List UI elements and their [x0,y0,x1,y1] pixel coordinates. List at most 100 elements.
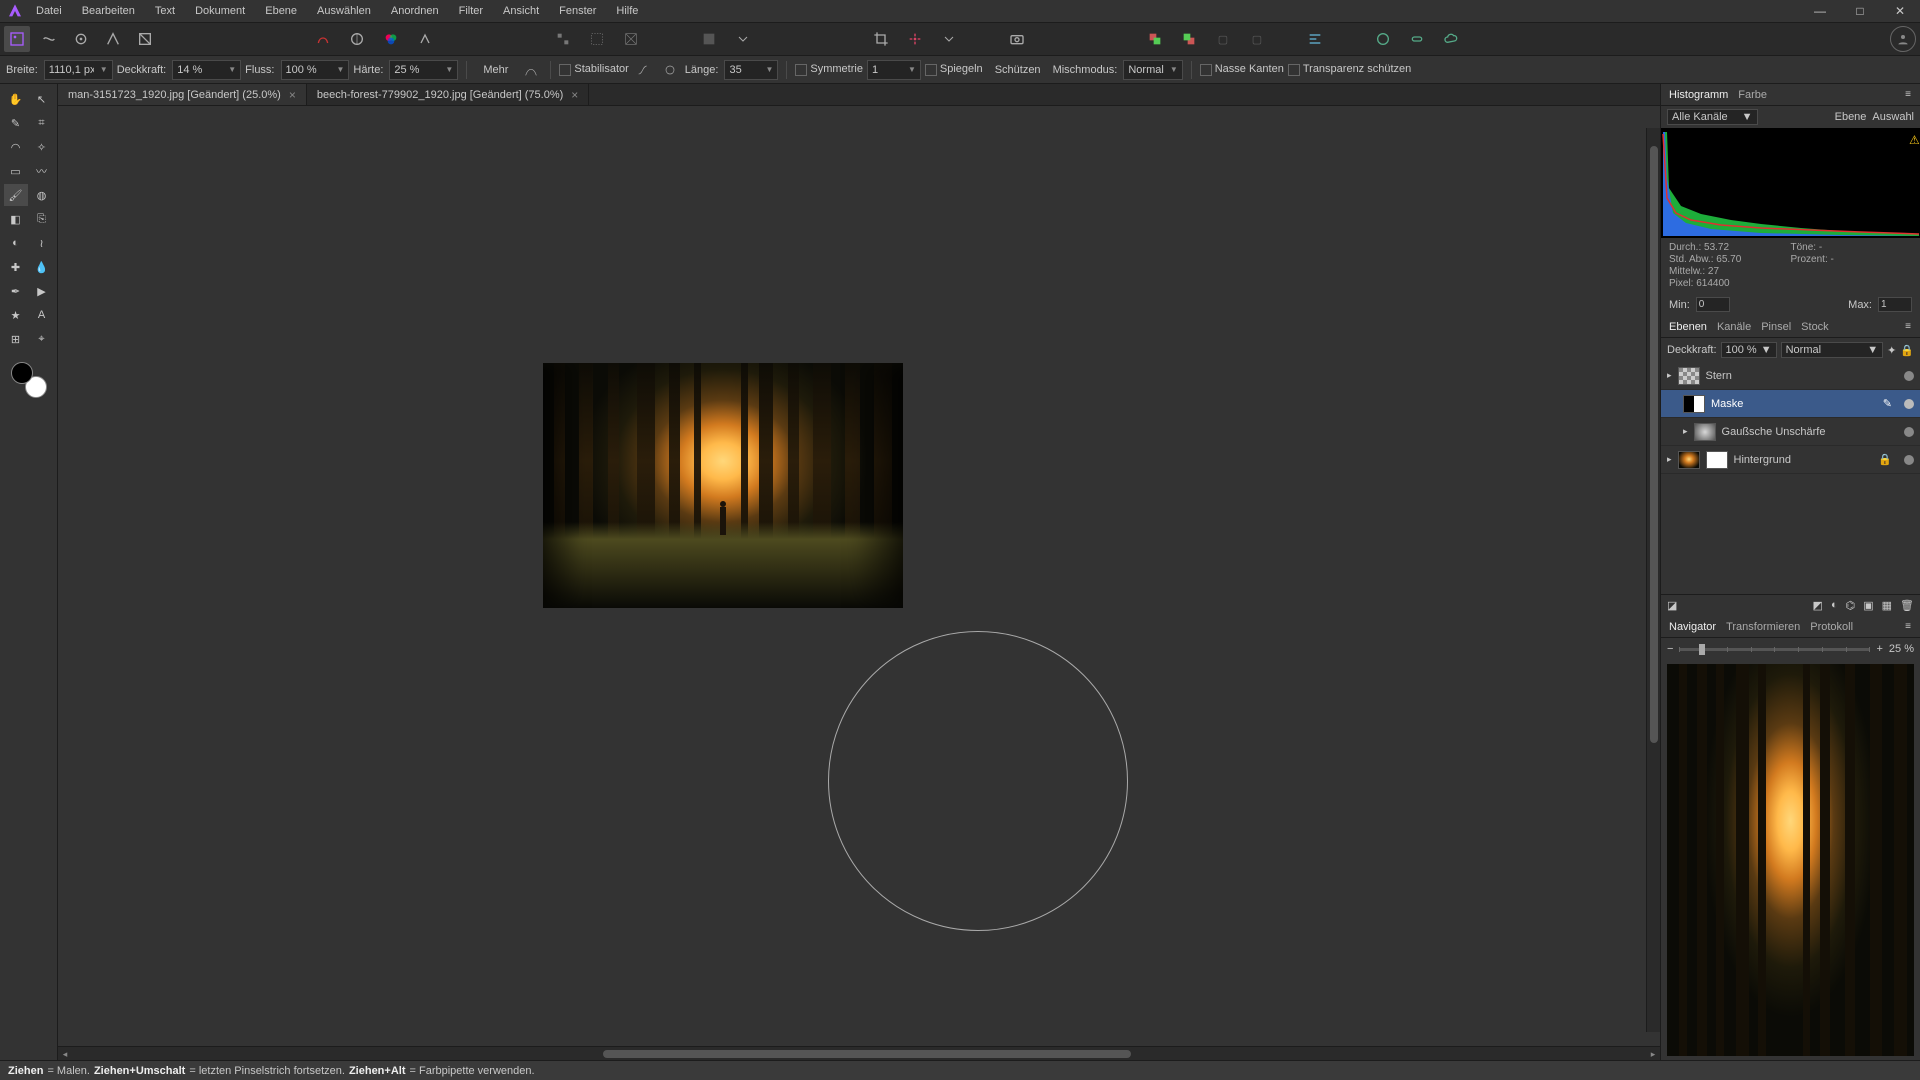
persona-liquify-icon[interactable] [36,26,62,52]
menu-anordnen[interactable]: Anordnen [381,2,449,20]
menu-text[interactable]: Text [145,2,185,20]
resize-dropdown-icon[interactable] [936,26,962,52]
autolevels-icon[interactable] [344,26,370,52]
close-window-button[interactable]: ✕ [1880,0,1920,22]
autowb-icon[interactable] [412,26,438,52]
persona-export-icon[interactable] [132,26,158,52]
cloud-icon[interactable] [1438,26,1464,52]
move-tool-icon[interactable]: ↖ [30,88,54,110]
hand-tool-icon[interactable]: ✋ [4,88,28,110]
expand-icon[interactable]: ▸ [1667,370,1672,381]
document-tab-1[interactable]: man-3151723_1920.jpg [Geändert] (25.0%)× [58,84,307,105]
zoom-in-icon[interactable]: + [1876,643,1882,655]
layer-row[interactable]: ▸ Gaußsche Unschärfe [1661,418,1920,446]
close-tab-icon[interactable]: × [571,88,578,102]
layer-row[interactable]: Maske ✎ [1661,390,1920,418]
tab-ebenen[interactable]: Ebenen [1669,321,1707,333]
symmetry-checkbox[interactable]: Symmetrie [795,63,863,75]
tab-farbe[interactable]: Farbe [1738,89,1767,101]
blur-tool-icon[interactable]: 💧 [30,256,54,278]
eraser-tool-icon[interactable]: ◧ [4,208,28,230]
colour-picker-tool-icon[interactable]: ✎ [4,112,28,134]
delete-layer-icon[interactable]: 🗑 [1900,599,1914,612]
add-layer-icon[interactable]: ▦ [1882,599,1892,612]
menu-auswaehlen[interactable]: Auswählen [307,2,381,20]
menu-datei[interactable]: Datei [26,2,72,20]
brush-width-field[interactable]: ▼ [44,60,113,80]
menu-hilfe[interactable]: Hilfe [606,2,648,20]
autocontrast-icon[interactable] [310,26,336,52]
protect-alpha-checkbox[interactable]: Transparenz schützen [1288,63,1411,75]
dodge-tool-icon[interactable]: ◐ [4,232,28,254]
persona-tonemap-icon[interactable] [100,26,126,52]
layer-effects-icon[interactable]: ◪ [1667,599,1677,612]
quickmask-icon[interactable] [696,26,722,52]
freehand-tool-icon[interactable]: 〰 [30,160,54,182]
tab-kanaele[interactable]: Kanäle [1717,321,1751,333]
menu-fenster[interactable]: Fenster [549,2,606,20]
tab-navigator[interactable]: Navigator [1669,621,1716,633]
maximize-button[interactable]: □ [1840,0,1880,22]
group-icon[interactable]: ▣ [1863,599,1873,612]
histogram-max-field[interactable] [1878,297,1912,312]
protect-button[interactable]: Schützen [987,62,1049,78]
histogram-selection-button[interactable]: Auswahl [1872,111,1914,123]
symmetry-count-field[interactable]: ▼ [867,60,921,80]
tab-protokoll[interactable]: Protokoll [1810,621,1853,633]
document-tab-2[interactable]: beech-forest-779902_1920.jpg [Geändert] … [307,84,589,105]
lock-icon[interactable]: 🔒 [1878,453,1892,466]
crop-icon[interactable] [868,26,894,52]
scroll-right-icon[interactable]: ▸ [1646,1047,1660,1061]
wet-edges-checkbox[interactable]: Nasse Kanten [1200,63,1284,75]
layer-blend-field[interactable]: Normal▼ [1781,342,1883,358]
brush-opacity-field[interactable]: ▼ [172,60,241,80]
layer-opacity-field[interactable]: 100 %▼ [1721,342,1777,358]
shape-tool-icon[interactable]: ★ [4,304,28,326]
rope-stabilizer-icon[interactable] [633,60,655,80]
histogram-layer-button[interactable]: Ebene [1835,111,1867,123]
layer-fx-icon[interactable]: ✦ [1887,344,1896,357]
persona-photo-icon[interactable] [4,26,30,52]
panel-menu-icon[interactable]: ≡ [1905,621,1912,632]
histogram-channel-dropdown[interactable]: Alle Kanäle▼ [1667,109,1758,125]
mesh-tool-icon[interactable]: ⊞ [4,328,28,350]
marquee-tool-icon[interactable]: ▭ [4,160,28,182]
blendmode-field[interactable]: Normal▼ [1123,60,1182,80]
menu-dokument[interactable]: Dokument [185,2,255,20]
scroll-left-icon[interactable]: ◂ [58,1047,72,1061]
crop-tool-icon[interactable]: ⌗ [30,112,54,134]
arrange-backward-icon[interactable]: ▢ [1244,26,1270,52]
vertical-scrollbar[interactable] [1646,128,1660,1032]
mirror-checkbox[interactable]: Spiegeln [925,63,983,75]
menu-bearbeiten[interactable]: Bearbeiten [72,2,145,20]
zoom-slider[interactable] [1679,648,1870,651]
livefilter-add-icon[interactable]: ⌬ [1846,599,1856,612]
node-tool-icon[interactable]: ▶ [30,280,54,302]
quickmask-dropdown-icon[interactable] [730,26,756,52]
layer-lock-icon[interactable]: 🔒 [1900,344,1914,357]
camera-icon[interactable] [1004,26,1030,52]
fill-tool-icon[interactable]: ◍ [30,184,54,206]
clone-tool-icon[interactable]: ⎘ [30,208,54,230]
minimize-button[interactable]: — [1800,0,1840,22]
text-tool-icon[interactable]: A [30,304,54,326]
stabilizer-checkbox[interactable]: Stabilisator [559,63,628,75]
panel-menu-icon[interactable]: ≡ [1905,321,1912,332]
tab-transformieren[interactable]: Transformieren [1726,621,1800,633]
pen-tool-icon[interactable]: ✒ [4,280,28,302]
stabilizer-length-field[interactable]: ▼ [724,60,778,80]
persona-develop-icon[interactable] [68,26,94,52]
brush-hardness-field[interactable]: ▼ [389,60,458,80]
close-tab-icon[interactable]: × [289,88,296,102]
window-stabilizer-icon[interactable] [659,60,681,80]
smudge-tool-icon[interactable]: ≀ [30,232,54,254]
arrange-forward-icon[interactable]: ▢ [1210,26,1236,52]
pressure-size-icon[interactable] [520,60,542,80]
select-all-icon[interactable] [550,26,576,52]
expand-icon[interactable]: ▸ [1667,454,1672,465]
edit-icon[interactable]: ✎ [1883,397,1892,410]
visibility-toggle-icon[interactable] [1904,427,1914,437]
mask-add-icon[interactable]: ◩ [1813,599,1823,612]
select-invert-icon[interactable] [584,26,610,52]
paintbrush-tool-icon[interactable]: 🖌 [4,184,28,206]
